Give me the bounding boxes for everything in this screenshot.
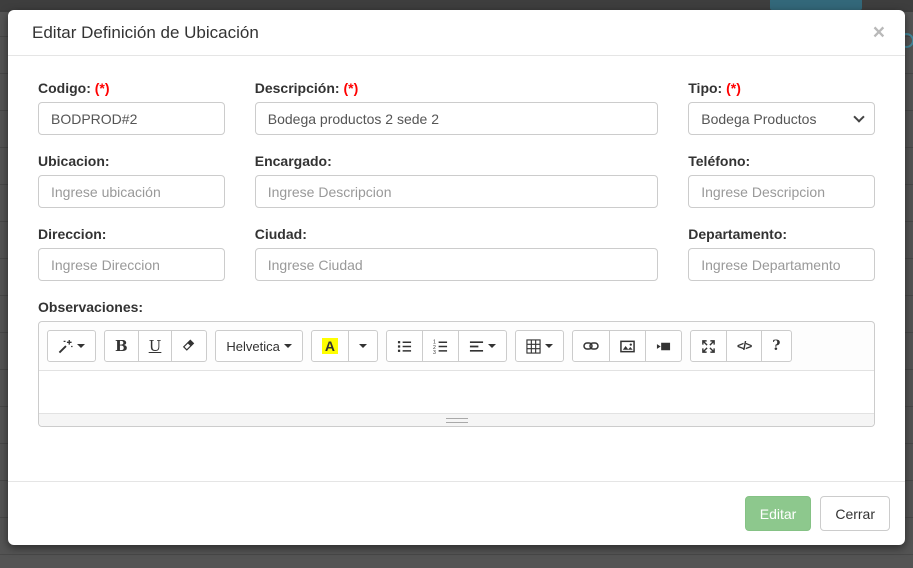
ciudad-input[interactable] — [255, 248, 659, 281]
field-departamento: Departamento: — [673, 226, 890, 281]
modal-footer: Editar Cerrar — [8, 481, 905, 545]
caret-down-icon — [77, 344, 85, 348]
close-button[interactable]: Cerrar — [820, 496, 890, 531]
edit-location-modal: Editar Definición de Ubicación × Codigo:… — [8, 10, 905, 545]
tipo-label: Tipo: (*) — [688, 80, 875, 96]
background-teal-button — [770, 0, 862, 10]
caret-down-icon — [488, 344, 496, 348]
field-telefono: Teléfono: — [673, 153, 890, 208]
observaciones-label: Observaciones: — [38, 299, 875, 315]
caret-down-icon — [545, 344, 553, 348]
descripcion-input[interactable] — [255, 102, 659, 135]
field-observaciones: Observaciones: — [23, 299, 890, 427]
field-codigo: Codigo: (*) — [23, 80, 240, 135]
font-family-dropdown[interactable]: Helvetica — [215, 330, 302, 362]
direccion-input[interactable] — [38, 248, 225, 281]
telefono-label: Teléfono: — [688, 153, 875, 169]
editor-statusbar[interactable] — [39, 413, 874, 426]
ubicacion-input[interactable] — [38, 175, 225, 208]
telefono-input[interactable] — [688, 175, 875, 208]
table-button[interactable] — [515, 330, 564, 362]
bold-icon: B — [115, 337, 128, 355]
ordered-list-icon: 1 2 3 — [433, 339, 448, 354]
clear-format-button[interactable] — [171, 330, 207, 362]
field-ubicacion: Ubicacion: — [23, 153, 240, 208]
ubicacion-label: Ubicacion: — [38, 153, 225, 169]
underline-icon: U — [149, 337, 162, 355]
ordered-list-button[interactable]: 1 2 3 — [422, 330, 459, 362]
departamento-label: Departamento: — [688, 226, 875, 242]
modal-body: Codigo: (*) Descripción: (*) Tipo: (*) B… — [8, 56, 905, 427]
fullscreen-icon — [701, 339, 716, 354]
required-marker: (*) — [95, 80, 110, 96]
underline-button[interactable]: U — [138, 330, 173, 362]
encargado-label: Encargado: — [255, 153, 659, 169]
font-color-button[interactable]: A — [311, 330, 349, 362]
fullscreen-button[interactable] — [690, 330, 727, 362]
code-view-icon: </> — [737, 339, 751, 353]
style-dropdown-button[interactable] — [47, 330, 96, 362]
departamento-input[interactable] — [688, 248, 875, 281]
insert-picture-button[interactable] — [609, 330, 646, 362]
form-row-1: Codigo: (*) Descripción: (*) Tipo: (*) B… — [23, 80, 890, 135]
edit-button[interactable]: Editar — [745, 496, 812, 531]
descripcion-label: Descripción: (*) — [255, 80, 659, 96]
form-row-3: Direccion: Ciudad: Departamento: — [23, 226, 890, 281]
ciudad-label: Ciudad: — [255, 226, 659, 242]
codigo-input[interactable] — [38, 102, 225, 135]
field-tipo: Tipo: (*) Bodega Productos — [673, 80, 890, 135]
bold-button[interactable]: B — [104, 330, 139, 362]
editor-content-area[interactable] — [39, 371, 874, 413]
required-marker: (*) — [343, 80, 358, 96]
insert-link-button[interactable] — [572, 330, 610, 362]
direccion-label: Direccion: — [38, 226, 225, 242]
tipo-select[interactable]: Bodega Productos — [688, 102, 875, 135]
form-row-2: Ubicacion: Encargado: Teléfono: — [23, 153, 890, 208]
code-view-button[interactable]: </> — [726, 330, 762, 362]
field-encargado: Encargado: — [240, 153, 674, 208]
caret-down-icon — [284, 344, 292, 348]
modal-header: Editar Definición de Ubicación × — [8, 10, 905, 56]
picture-icon — [620, 339, 635, 354]
field-direccion: Direccion: — [23, 226, 240, 281]
paragraph-align-button[interactable] — [458, 330, 507, 362]
caret-down-icon — [359, 344, 367, 348]
help-button[interactable]: ? — [761, 330, 791, 362]
encargado-input[interactable] — [255, 175, 659, 208]
field-descripcion: Descripción: (*) — [240, 80, 674, 135]
help-icon: ? — [772, 338, 780, 354]
required-marker: (*) — [726, 80, 741, 96]
unordered-list-button[interactable] — [386, 330, 423, 362]
font-name-label: Helvetica — [226, 339, 279, 354]
eraser-icon — [182, 339, 196, 353]
editor-toolbar: B U Hel — [39, 322, 874, 371]
insert-video-button[interactable] — [645, 330, 682, 362]
codigo-label: Codigo: (*) — [38, 80, 225, 96]
video-icon — [656, 339, 671, 354]
close-icon[interactable]: × — [873, 22, 885, 43]
table-icon — [526, 339, 541, 354]
svg-text:3: 3 — [433, 350, 436, 354]
modal-title: Editar Definición de Ubicación — [32, 23, 259, 43]
unordered-list-icon — [397, 339, 412, 354]
rich-text-editor: B U Hel — [38, 321, 875, 427]
field-ciudad: Ciudad: — [240, 226, 674, 281]
font-color-dropdown[interactable] — [348, 330, 378, 362]
font-color-icon: A — [322, 338, 338, 354]
paragraph-align-icon — [469, 339, 484, 354]
link-icon — [583, 338, 599, 354]
resize-grip-icon — [446, 418, 468, 423]
magic-wand-icon — [58, 339, 73, 354]
